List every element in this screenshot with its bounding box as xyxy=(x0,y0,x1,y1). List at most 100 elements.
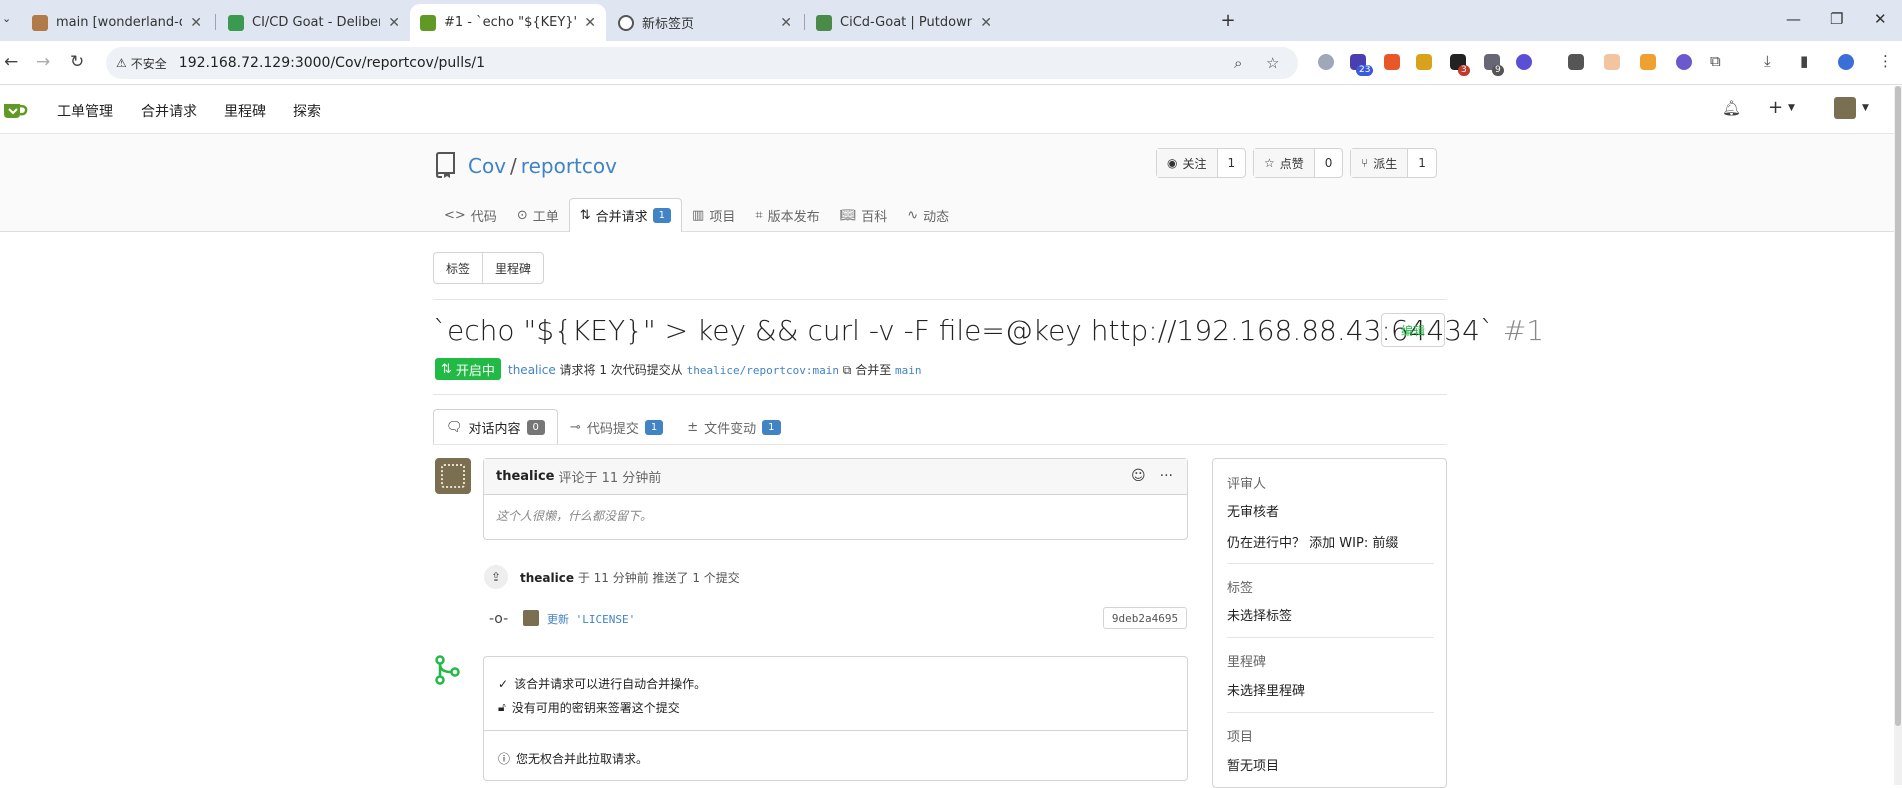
tab-conversation[interactable]: 🗨︎ 对话内容 0 xyxy=(433,409,558,445)
bookmark-star-icon[interactable]: ☆ xyxy=(1266,54,1279,72)
projects-heading[interactable]: 项目 xyxy=(1227,726,1253,745)
labels-button[interactable]: 标签 xyxy=(434,253,484,283)
extension-icon[interactable] xyxy=(1568,54,1584,70)
close-icon[interactable]: ✕ xyxy=(388,15,400,31)
gitea-logo-icon[interactable] xyxy=(2,100,28,120)
watch-button[interactable]: ◉ 关注 xyxy=(1157,149,1218,177)
url-text[interactable]: 192.168.72.129:3000/Cov/reportcov/pulls/… xyxy=(179,55,485,71)
merge-status-box: ✓ 该合并请求可以进行自动合并操作。 🔓︎ 没有可用的密钥来签署这个提交 ⓘ 您… xyxy=(483,656,1188,781)
chevron-down-icon[interactable]: ▼ xyxy=(1788,103,1795,113)
minimize-icon[interactable]: — xyxy=(1786,10,1801,28)
menu-issues[interactable]: 工单管理 xyxy=(57,101,113,121)
menu-pulls[interactable]: 合并请求 xyxy=(141,101,197,121)
comment-author[interactable]: thealice xyxy=(496,469,555,484)
extension-icon[interactable] xyxy=(1384,54,1400,70)
new-tab-button[interactable]: + xyxy=(1216,9,1240,33)
browser-tab-active[interactable]: #1 - `echo "${KEY}" > key && ✕ xyxy=(410,4,606,41)
edit-button[interactable]: 编辑 xyxy=(1381,313,1445,347)
divider xyxy=(1227,637,1434,638)
extensions-puzzle-icon[interactable]: ⧉ xyxy=(1710,52,1721,70)
labels-heading[interactable]: 标签 xyxy=(1227,577,1253,596)
tab-pulls[interactable]: ⇅ 合并请求 1 xyxy=(568,198,683,232)
forward-icon[interactable]: → xyxy=(36,52,50,72)
avatar[interactable] xyxy=(435,458,471,494)
warning-icon: ⚠ xyxy=(116,56,127,70)
chevron-down-icon[interactable]: ▼ xyxy=(1862,103,1869,113)
download-icon[interactable]: ⤓ xyxy=(1764,52,1771,70)
tab-search-icon[interactable]: ⌄ xyxy=(2,12,11,25)
target-branch-link[interactable]: main xyxy=(895,364,922,377)
profile-icon[interactable] xyxy=(1838,54,1854,70)
milestone-heading[interactable]: 里程碑 xyxy=(1227,651,1266,670)
tab-issues[interactable]: ⊙ 工单 xyxy=(507,198,569,232)
tab-files-changed[interactable]: ± 文件变动 1 xyxy=(675,409,792,445)
repo-name-link[interactable]: reportcov xyxy=(521,154,617,178)
tab-releases[interactable]: ⌗ 版本发布 xyxy=(745,198,829,232)
source-branch-link[interactable]: thealice/reportcov:main xyxy=(687,364,839,377)
close-icon[interactable]: ✕ xyxy=(584,15,596,31)
tab-projects[interactable]: ▥ 项目 xyxy=(682,198,745,232)
browser-tab[interactable]: CI/CD Goat - Deliberately vul ✕ xyxy=(218,4,410,41)
notification-bell-icon[interactable]: 🔔︎ xyxy=(1722,99,1741,117)
push-author[interactable]: thealice xyxy=(520,571,574,585)
tab-favicon-icon xyxy=(816,14,832,31)
pull-request-icon: ⇅ xyxy=(579,208,591,223)
extension-icon[interactable] xyxy=(1676,54,1692,70)
author-link[interactable]: thealice xyxy=(508,363,556,377)
avatar[interactable] xyxy=(1834,97,1856,119)
side-panel-icon[interactable]: ▮ xyxy=(1800,52,1808,70)
security-indicator[interactable]: ⚠ 不安全 xyxy=(116,55,167,72)
scrollbar-thumb[interactable] xyxy=(1895,86,1901,726)
zoom-icon[interactable]: ⌕ xyxy=(1234,54,1242,72)
browser-tab[interactable]: main [wonderland-dormouse ✕ xyxy=(22,4,212,41)
fork-button[interactable]: ⑂ 派生 xyxy=(1351,149,1409,177)
restore-icon[interactable]: ❐ xyxy=(1830,10,1843,28)
browser-tab[interactable]: CiCd-Goat | Putdownd's Blog ✕ xyxy=(806,4,1002,41)
star-button[interactable]: ☆ 点赞 xyxy=(1254,149,1315,177)
menu-kebab-icon[interactable]: ⋮ xyxy=(1878,52,1893,70)
tab-activity[interactable]: ∿ 动态 xyxy=(897,198,959,232)
extension-icon[interactable] xyxy=(1604,54,1620,70)
tag-icon: ⌗ xyxy=(755,207,763,223)
commit-sha-button[interactable]: 9deb2a4695 xyxy=(1103,607,1187,629)
divider xyxy=(433,444,1447,445)
menu-milestones[interactable]: 里程碑 xyxy=(224,101,266,121)
fork-icon: ⑂ xyxy=(1361,156,1369,170)
close-window-icon[interactable]: ✕ xyxy=(1874,10,1887,28)
repo-owner-link[interactable]: Cov xyxy=(468,154,506,178)
count-badge: 1 xyxy=(762,419,781,435)
emoji-reaction-icon[interactable]: ☺ xyxy=(1131,468,1146,484)
commit-dot-icon: -o- xyxy=(489,611,509,627)
reload-icon[interactable]: ↻ xyxy=(70,52,84,72)
page-scrollbar[interactable] xyxy=(1894,86,1902,785)
reviewers-heading[interactable]: 评审人 xyxy=(1227,473,1266,492)
extension-badge: 9 xyxy=(1492,65,1504,76)
extension-icon[interactable] xyxy=(1416,54,1432,70)
browser-tab[interactable]: 新标签页 ✕ xyxy=(608,4,802,41)
app-navbar: 工单管理 合并请求 里程碑 探索 🔔︎ + ▼ ▼ xyxy=(0,86,1902,134)
close-icon[interactable]: ✕ xyxy=(980,15,992,31)
menu-explore[interactable]: 探索 xyxy=(293,101,321,121)
create-plus-icon[interactable]: + xyxy=(1768,97,1783,118)
more-options-icon[interactable]: ··· xyxy=(1160,468,1173,484)
fork-count[interactable]: 1 xyxy=(1408,149,1436,177)
milestones-button[interactable]: 里程碑 xyxy=(483,253,543,283)
milestone-value: 未选择里程碑 xyxy=(1227,684,1306,699)
watch-count[interactable]: 1 xyxy=(1218,149,1246,177)
extension-icon[interactable] xyxy=(1318,54,1334,70)
close-icon[interactable]: ✕ xyxy=(780,15,792,31)
copy-icon[interactable]: ⧉ xyxy=(843,363,852,377)
tab-commits[interactable]: ⊸ 代码提交 1 xyxy=(558,409,675,445)
add-wip-link[interactable]: 添加 WIP: 前缀 xyxy=(1309,536,1398,551)
back-icon[interactable]: ← xyxy=(4,52,18,72)
tab-wiki[interactable]: 📖︎ 百科 xyxy=(830,198,898,232)
extension-icon[interactable] xyxy=(1640,54,1656,70)
extension-badge: 23 xyxy=(1356,65,1374,76)
address-bar[interactable]: ⚠ 不安全 192.168.72.129:3000/Cov/reportcov/… xyxy=(106,47,1298,79)
tab-code[interactable]: <> 代码 xyxy=(434,198,507,232)
commit-message-link[interactable]: 更新 'LICENSE' xyxy=(547,611,635,627)
star-count[interactable]: 0 xyxy=(1315,149,1343,177)
extension-icon[interactable] xyxy=(1516,54,1532,70)
close-icon[interactable]: ✕ xyxy=(190,15,202,31)
count-badge: 1 xyxy=(644,419,664,435)
